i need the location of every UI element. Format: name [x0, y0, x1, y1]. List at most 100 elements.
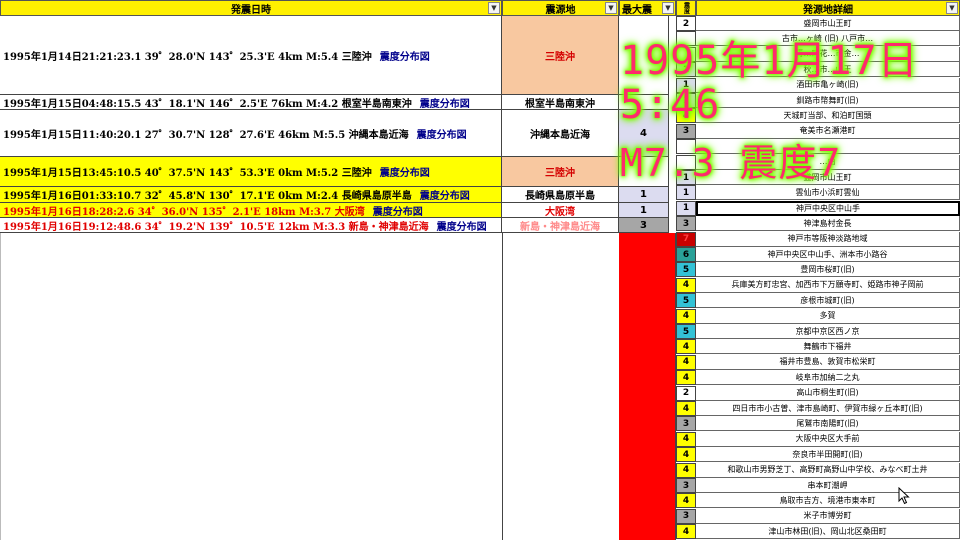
header-region-label: 震源地: [545, 4, 576, 16]
detail-place-cell[interactable]: 釧路市幣舞町(旧): [696, 93, 960, 108]
detail-place-cell[interactable]: 鳥取市吉方、境港市東本町: [696, 493, 960, 509]
detail-place-cell[interactable]: 津山市林田(旧)、岡山北区桑田町: [696, 524, 960, 540]
intensity-map-link[interactable]: 震度分布図: [373, 203, 423, 218]
detail-place-cell[interactable]: 兵庫美方町忠宮、加西市下万願寺町、姫路市神子岡前: [696, 277, 960, 293]
filter-dropdown-icon[interactable]: ▼: [605, 2, 617, 14]
detail-intensity-cell[interactable]: 4: [676, 493, 696, 509]
event-datetime-text: 1995年1月16日18:28:2.6 34゜36.0'N 135゜2.1'E …: [3, 206, 365, 218]
detail-place-cell[interactable]: 神戸市等阪神淡路地域: [696, 231, 960, 247]
detail-intensity-cell[interactable]: 6: [676, 247, 696, 262]
header-detail[interactable]: 発源地詳細 ▼: [696, 0, 960, 16]
event-row[interactable]: 1995年1月16日18:28:2.6 34゜36.0'N 135゜2.1'E …: [0, 203, 502, 218]
intensity-map-link[interactable]: 震度分布図: [420, 187, 470, 202]
detail-place-cell[interactable]: 雲仙市小浜町雲仙: [696, 185, 960, 201]
intensity-map-link[interactable]: 震度分布図: [380, 164, 430, 179]
detail-intensity-cell[interactable]: 2: [676, 385, 696, 401]
event-row[interactable]: 1995年1月16日19:12:48.6 34゜19.2'N 139゜10.5'…: [0, 218, 502, 233]
header-max-intensity[interactable]: 最大震 ▼: [619, 0, 676, 16]
event-region-cell[interactable]: 三陸沖: [502, 16, 619, 95]
detail-place-cell[interactable]: 神戸中央区中山手: [696, 200, 960, 216]
detail-place-cell[interactable]: 天城町当部、和泊町国頭: [696, 108, 960, 124]
header-intensity[interactable]: 震度: [676, 0, 696, 16]
detail-intensity-cell[interactable]: 4: [676, 447, 696, 463]
detail-place-cell[interactable]: 和歌山市男野芝丁、高野町高野山中学校、みなべ町土井: [696, 462, 960, 478]
detail-intensity-cell[interactable]: 4: [676, 308, 696, 324]
detail-intensity-cell[interactable]: 1: [676, 200, 696, 216]
header-date[interactable]: 発震日時 ▼: [0, 0, 502, 16]
overlay-magnitude: M7.3 震度7: [620, 141, 842, 185]
detail-intensity-cell[interactable]: 4: [676, 370, 696, 386]
event-region-cell[interactable]: 新島・神津島近海: [502, 218, 619, 233]
detail-intensity-cell[interactable]: 4: [676, 339, 696, 355]
detail-place-cell[interactable]: 神津島村金長: [696, 216, 960, 232]
filter-dropdown-icon[interactable]: ▼: [946, 2, 958, 14]
event-region-cell[interactable]: 長崎県島原半島: [502, 187, 619, 203]
detail-intensity-cell[interactable]: 7: [676, 231, 696, 247]
detail-place-cell[interactable]: 神戸中央区中山手、洲本市小路谷: [696, 247, 960, 262]
event-region-cell[interactable]: 根室半島南東沖: [502, 95, 619, 110]
intensity-map-link[interactable]: 震度分布図: [380, 48, 430, 63]
intensity-map-link[interactable]: 震度分布図: [417, 126, 467, 141]
detail-intensity-cell[interactable]: 4: [676, 277, 696, 293]
detail-place-cell[interactable]: 大阪中央区大手前: [696, 431, 960, 447]
event-row[interactable]: 1995年1月15日11:40:20.1 27゜30.7'N 128゜27.6'…: [0, 110, 502, 157]
intensity-map-link[interactable]: 震度分布図: [437, 218, 487, 233]
detail-intensity-cell[interactable]: 1: [676, 185, 696, 201]
detail-intensity-cell[interactable]: 5: [676, 324, 696, 339]
detail-intensity-cell[interactable]: 4: [676, 462, 696, 478]
detail-intensity-cell[interactable]: 3: [676, 216, 696, 232]
header-intensity-label: 震度: [682, 2, 690, 14]
detail-place-cell[interactable]: 彦根市城町(旧): [696, 293, 960, 309]
event-max-intensity-cell[interactable]: 1: [619, 187, 669, 203]
overlay-date: 1995年1月17日: [620, 38, 919, 84]
detail-intensity-cell[interactable]: 3: [676, 508, 696, 524]
detail-intensity-cell[interactable]: 4: [676, 354, 696, 370]
event-region-cell[interactable]: 沖縄本島近海: [502, 110, 619, 157]
intensity-map-link[interactable]: 震度分布図: [420, 95, 470, 110]
detail-intensity-cell[interactable]: 5: [676, 262, 696, 278]
detail-place-cell[interactable]: 京都中京区西ノ京: [696, 324, 960, 339]
detail-place-cell[interactable]: 四日市市小古曽、津市島崎町、伊賀市緑ヶ丘本町(旧): [696, 401, 960, 416]
empty-area: [502, 233, 503, 540]
event-datetime-text: 1995年1月14日21:21:23.1 39゜28.0'N 143゜25.3'…: [3, 51, 372, 63]
detail-intensity-cell[interactable]: 3: [676, 478, 696, 493]
event-datetime-text: 1995年1月16日19:12:48.6 34゜19.2'N 139゜10.5'…: [3, 221, 429, 233]
detail-place-cell[interactable]: 串本町潮岬: [696, 478, 960, 493]
header-detail-label: 発源地詳細: [803, 4, 853, 16]
filter-dropdown-icon[interactable]: ▼: [488, 2, 500, 14]
event-datetime-text: 1995年1月16日01:33:10.7 32゜45.8'N 130゜17.1'…: [3, 191, 412, 202]
detail-place-cell[interactable]: 多賀: [696, 308, 960, 324]
mouse-cursor-icon: [898, 487, 910, 505]
event-region-cell[interactable]: 三陸沖: [502, 157, 619, 187]
detail-place-cell[interactable]: 豊岡市桜町(旧): [696, 262, 960, 278]
event-row[interactable]: 1995年1月16日01:33:10.7 32゜45.8'N 130゜17.1'…: [0, 187, 502, 203]
filter-dropdown-icon[interactable]: ▼: [662, 2, 674, 14]
detail-place-cell[interactable]: 舞鶴市下福井: [696, 339, 960, 355]
header-date-label: 発震日時: [231, 4, 271, 16]
overlay-time: 5:46: [620, 82, 721, 128]
header-max-intensity-label: 最大震: [622, 4, 652, 16]
event-max-intensity-cell[interactable]: 1: [619, 203, 669, 218]
detail-place-cell[interactable]: 奈良市半田開町(旧): [696, 447, 960, 463]
detail-place-cell[interactable]: 米子市博労町: [696, 508, 960, 524]
kobe-max-intensity-cell: [619, 233, 676, 540]
detail-intensity-cell[interactable]: 4: [676, 524, 696, 540]
event-region-cell[interactable]: 大阪湾: [502, 203, 619, 218]
header-region[interactable]: 震源地 ▼: [502, 0, 619, 16]
event-row[interactable]: 1995年1月15日13:45:10.5 40゜37.5'N 143゜53.3'…: [0, 157, 502, 187]
event-datetime-text: 1995年1月15日11:40:20.1 27゜30.7'N 128゜27.6'…: [3, 129, 409, 141]
detail-intensity-cell[interactable]: 3: [676, 416, 696, 432]
event-datetime-text: 1995年1月15日04:48:15.5 43゜18.1'N 146゜2.5'E…: [3, 98, 412, 110]
detail-place-cell[interactable]: 岐阜市加納二之丸: [696, 370, 960, 386]
detail-intensity-cell[interactable]: 4: [676, 401, 696, 416]
spreadsheet: 発震日時 ▼ 震源地 ▼ 最大震 ▼ 震度 発源地詳細 ▼ 1995年1月14日…: [0, 0, 960, 540]
empty-area: [0, 233, 1, 540]
event-row[interactable]: 1995年1月14日21:21:23.1 39゜28.0'N 143゜25.3'…: [0, 16, 502, 95]
event-max-intensity-cell[interactable]: 3: [619, 218, 669, 233]
detail-place-cell[interactable]: 尾鷲市南陽町(旧): [696, 416, 960, 432]
event-row[interactable]: 1995年1月15日04:48:15.5 43゜18.1'N 146゜2.5'E…: [0, 95, 502, 110]
detail-place-cell[interactable]: 福井市豊島、敦賀市松栄町: [696, 354, 960, 370]
detail-intensity-cell[interactable]: 5: [676, 293, 696, 309]
detail-place-cell[interactable]: 高山市桐生町(旧): [696, 385, 960, 401]
detail-intensity-cell[interactable]: 4: [676, 431, 696, 447]
